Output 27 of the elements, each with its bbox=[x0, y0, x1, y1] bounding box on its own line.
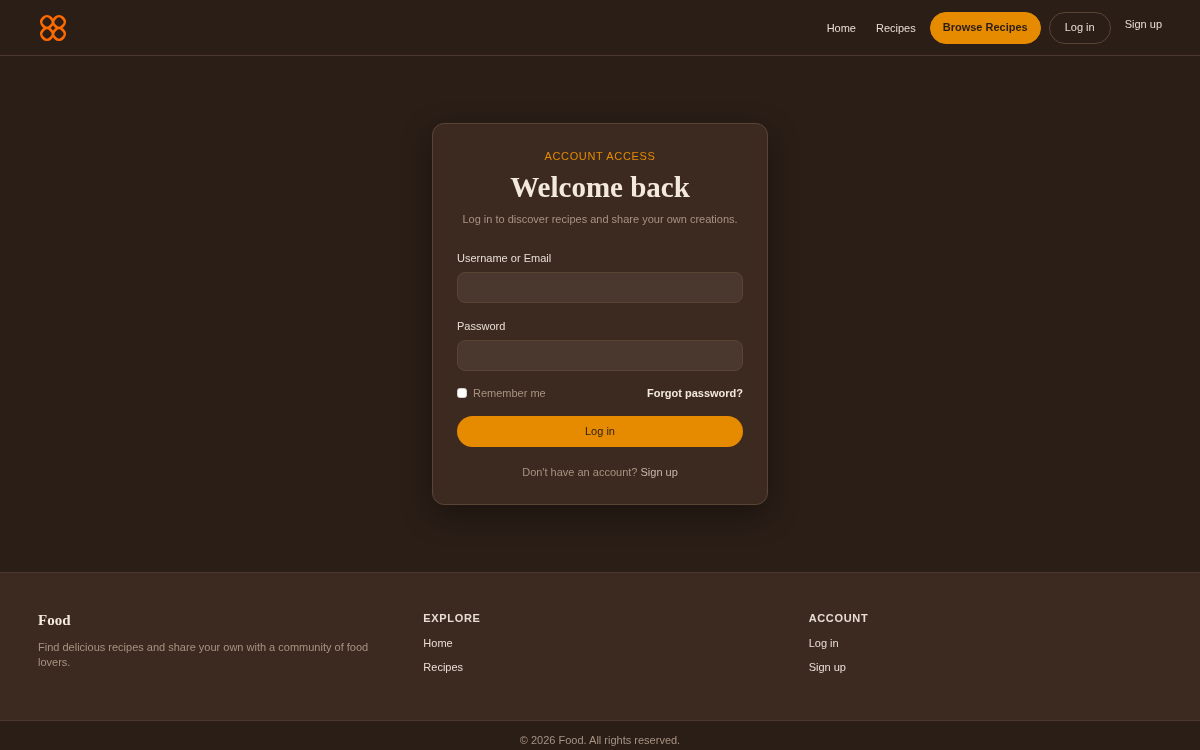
footer-link[interactable]: Sign up bbox=[808, 658, 846, 675]
browse-button[interactable]: Browse Recipes bbox=[929, 11, 1041, 44]
card-title: Welcome back bbox=[509, 169, 691, 204]
input-field[interactable] bbox=[457, 271, 743, 303]
footer-link[interactable]: Recipes bbox=[423, 658, 464, 675]
remember-label: Remember me bbox=[473, 385, 546, 401]
signup-link[interactable]: Sign up bbox=[640, 465, 678, 478]
eyebrow-text: ACCOUNT ACCESS bbox=[543, 148, 657, 164]
nav-link[interactable]: Recipes bbox=[869, 19, 922, 36]
footer-description: Find delicious recipes and share your own with a community of food lovers. bbox=[38, 639, 370, 670]
login-submit-button[interactable]: Log in bbox=[457, 415, 743, 447]
field-label: Password bbox=[457, 318, 507, 334]
footer-brand: Food bbox=[38, 610, 72, 630]
remember-checkbox[interactable] bbox=[457, 387, 467, 398]
footer-link[interactable]: Log in bbox=[808, 634, 839, 651]
footer-heading: EXPLORE bbox=[423, 610, 482, 626]
field-label: Username or Email bbox=[457, 250, 553, 266]
forgot-password-link[interactable]: Forgot password? bbox=[647, 384, 743, 401]
copyright-text: © 2026 Food. All rights reserved. bbox=[519, 732, 681, 748]
logo-icon[interactable] bbox=[38, 12, 68, 43]
nav-link[interactable]: Home bbox=[820, 19, 862, 36]
input-field[interactable] bbox=[457, 339, 743, 371]
card-subtitle: Log in to discover recipes and share your own creations. bbox=[461, 211, 739, 227]
nav-link[interactable]: Sign up bbox=[1124, 16, 1162, 33]
signup-prompt: Don't have an account? Sign up bbox=[521, 464, 679, 480]
footer-heading: ACCOUNT bbox=[808, 610, 870, 626]
footer-link[interactable]: Home bbox=[423, 634, 453, 651]
